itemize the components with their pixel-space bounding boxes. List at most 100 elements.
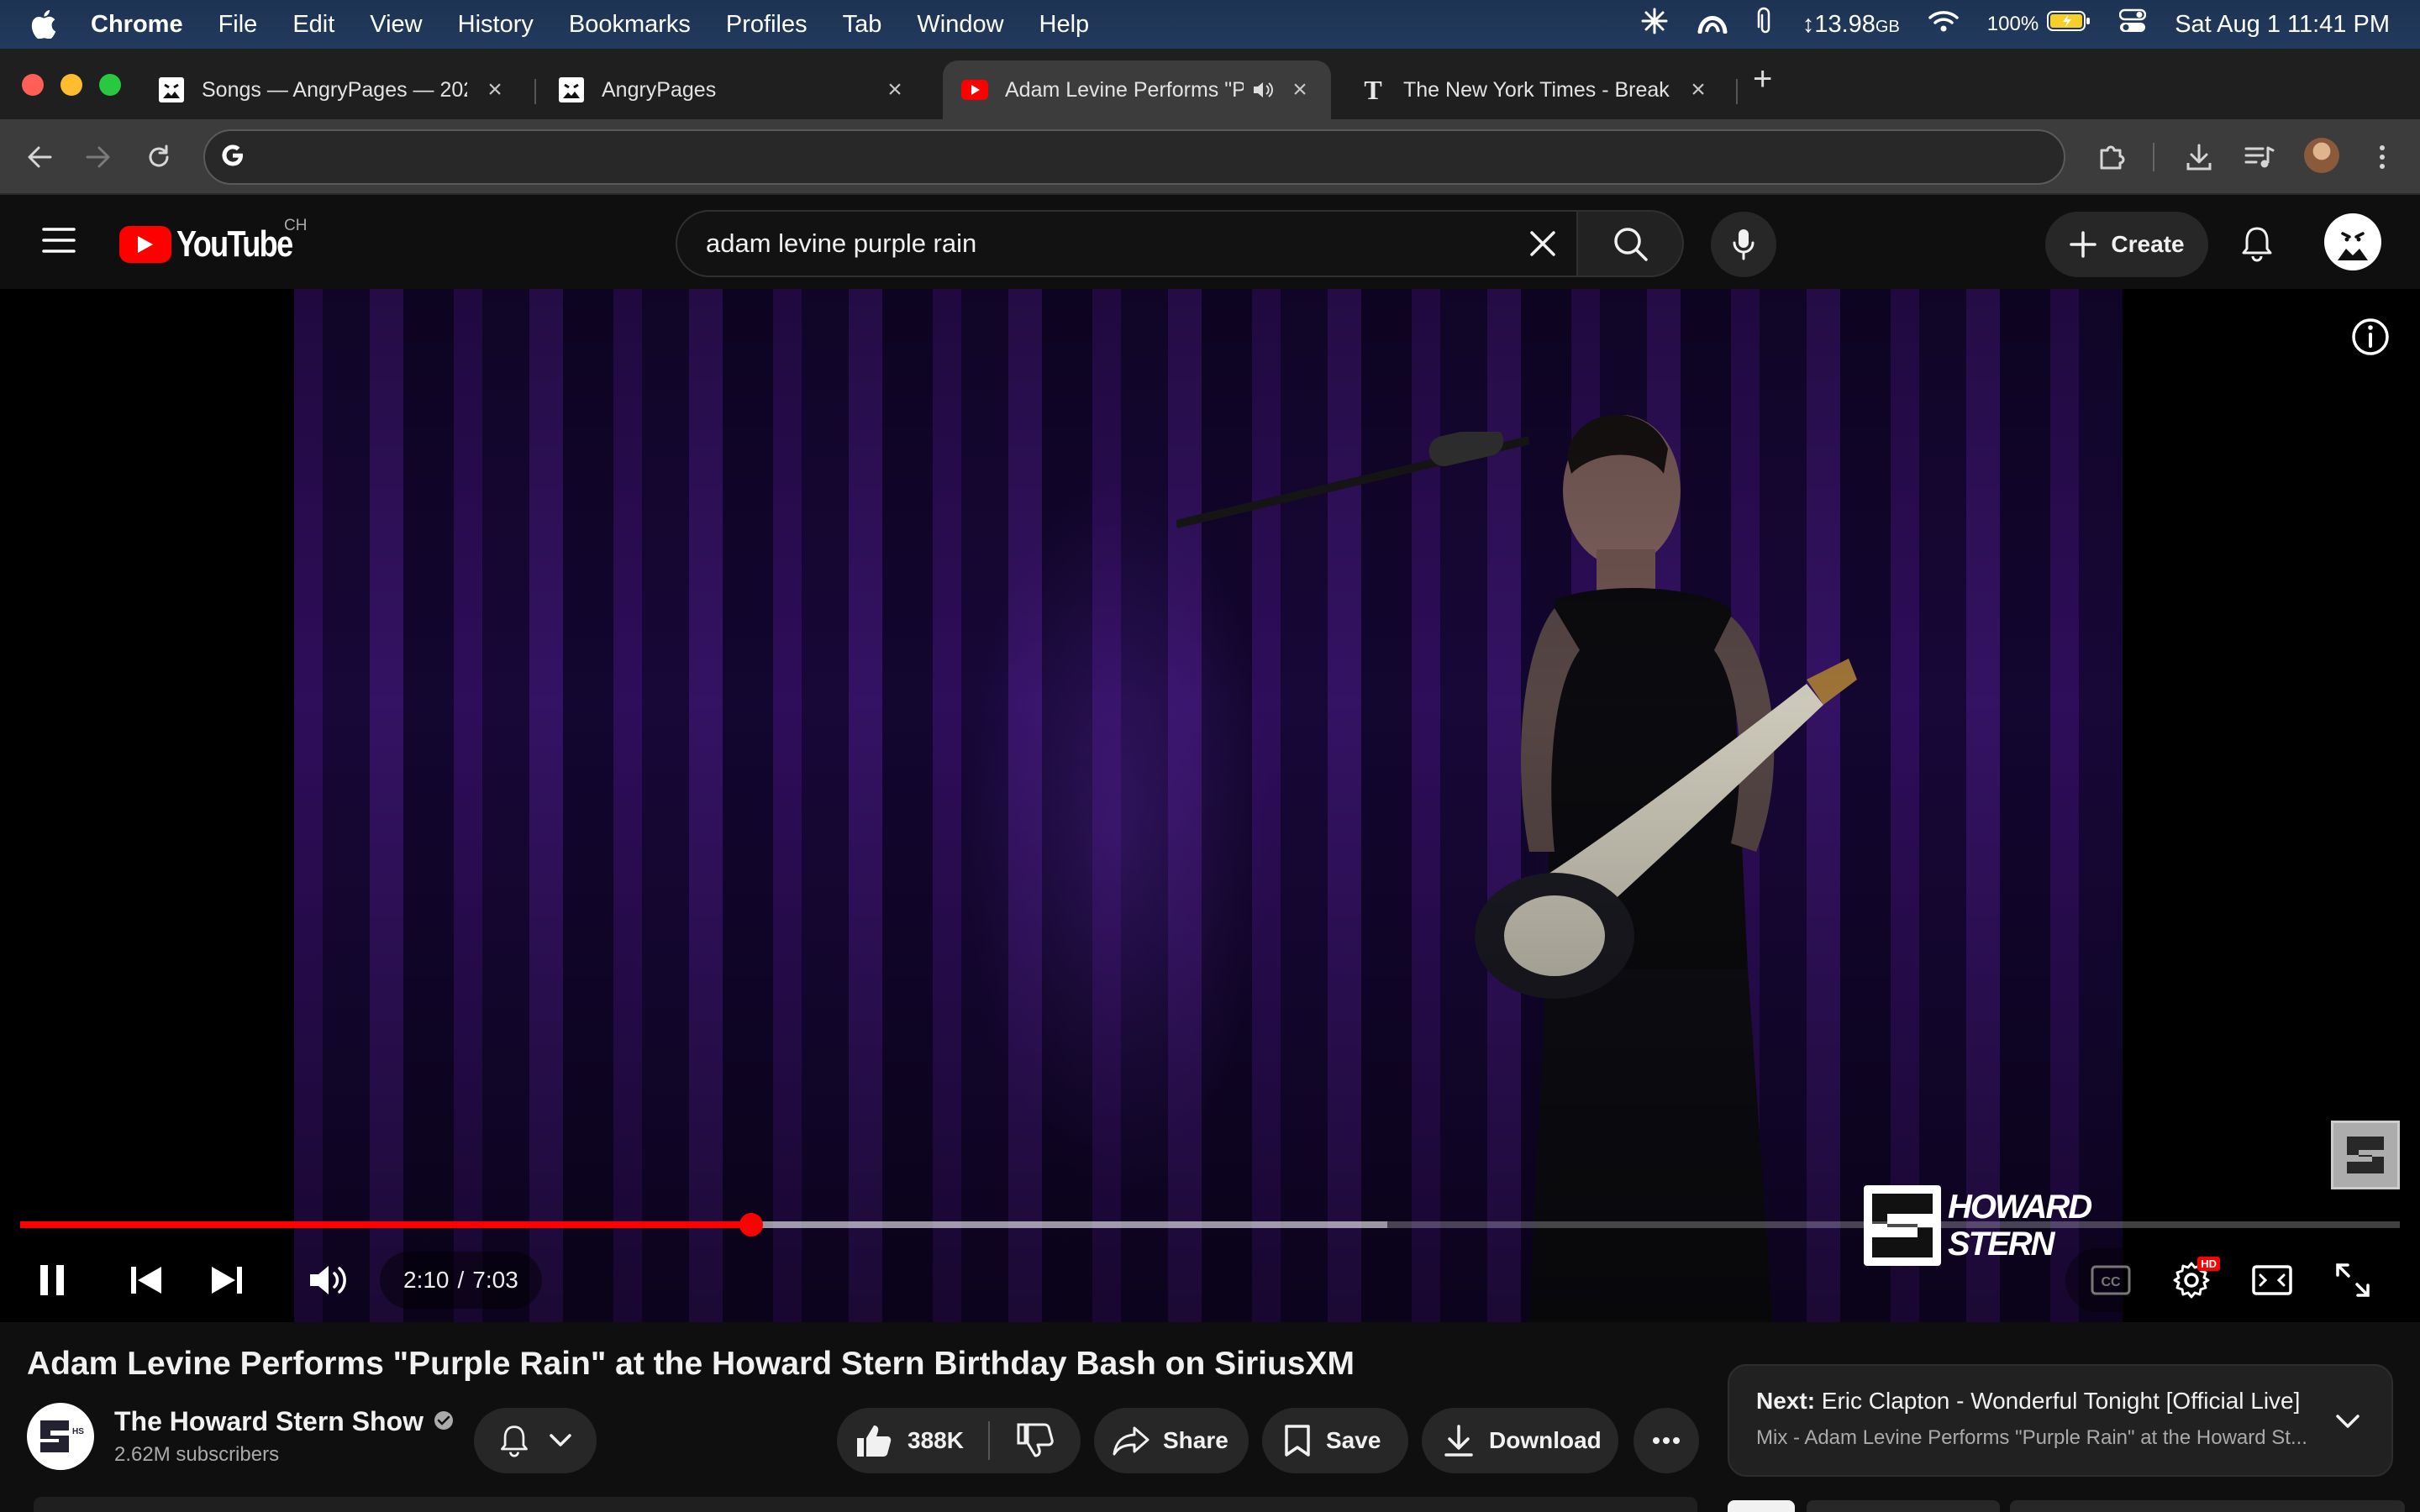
svg-text:T: T	[1364, 76, 1381, 103]
howard-stern-channel-logo-icon: HS	[40, 1420, 84, 1452]
chrome-tab-strip: Songs — AngryPages — 2024 × AngryPages ×…	[0, 49, 2420, 119]
arc-app-icon[interactable]	[1697, 8, 1728, 40]
battery-status[interactable]: 100%	[1987, 10, 2091, 39]
channel-name[interactable]: The Howard Stern Show	[114, 1406, 454, 1437]
share-label: Share	[1163, 1427, 1228, 1453]
menu-profiles[interactable]: Profiles	[708, 11, 825, 39]
youtube-country-code: CH	[284, 217, 308, 234]
subscription-notifications-button[interactable]	[474, 1408, 597, 1473]
save-button[interactable]: Save	[1262, 1408, 1408, 1473]
thumbs-up-icon	[857, 1425, 892, 1457]
google-g-icon	[220, 143, 245, 172]
captions-button[interactable]: CC	[2086, 1255, 2136, 1305]
tab-angrypages[interactable]: AngryPages ×	[539, 60, 926, 119]
cc-label: CC	[2101, 1275, 2121, 1289]
back-arrow-icon[interactable]	[20, 138, 59, 176]
menu-tab[interactable]: Tab	[825, 11, 900, 39]
up-next-video-title: Eric Clapton - Wonderful Tonight [Offici…	[1821, 1388, 2301, 1414]
new-tab-button[interactable]: +	[1753, 60, 1772, 98]
tab-youtube-active[interactable]: Adam Levine Performs "Purple Rain" at th…	[943, 60, 1331, 119]
player-controls: 2:10 / 7:03 CC HD	[0, 1247, 2420, 1314]
search-input[interactable]	[706, 228, 1509, 259]
share-button[interactable]: Share	[1094, 1408, 1249, 1473]
volume-speaker-icon	[310, 1266, 346, 1294]
settings-button[interactable]: HD	[2166, 1255, 2220, 1305]
media-controls-icon[interactable]	[2240, 138, 2279, 176]
address-bar[interactable]	[203, 129, 2065, 185]
channel-avatar[interactable]: HS	[27, 1403, 94, 1470]
video-player[interactable]: HOWARD STERN 2:10 / 7:03 CC HD	[0, 289, 2420, 1322]
search-clear-icon[interactable]	[1509, 212, 1576, 276]
menu-window[interactable]: Window	[899, 11, 1021, 39]
menu-edit[interactable]: Edit	[275, 11, 352, 39]
control-center-icon[interactable]	[2118, 8, 2147, 40]
youtube-masthead: YouTube CH Create	[0, 195, 2420, 289]
tab-audio-speaker-icon[interactable]	[1252, 80, 1274, 100]
menu-view[interactable]: View	[352, 11, 439, 39]
share-arrow-icon	[1113, 1426, 1150, 1456]
menubar-clock[interactable]: Sat Aug 1 11:41 PM	[2175, 11, 2390, 39]
channel-branding-watermark-icon[interactable]	[2331, 1121, 2400, 1189]
chevron-down-icon[interactable]	[2329, 1403, 2366, 1440]
battery-percent: 100%	[1986, 13, 2039, 35]
search-button[interactable]	[1578, 210, 1684, 277]
create-button[interactable]: Create	[2045, 212, 2208, 277]
chrome-profile-avatar[interactable]	[2304, 138, 2339, 173]
fullscreen-expand-icon	[2336, 1263, 2370, 1297]
sparkle-icon[interactable]	[1641, 8, 1668, 41]
memory-unit: GB	[1875, 17, 1900, 36]
subscriber-count: 2.62M subscribers	[114, 1443, 280, 1466]
menu-app-name[interactable]: Chrome	[87, 11, 201, 39]
like-count: 388K	[908, 1427, 964, 1453]
window-close-button[interactable]	[22, 74, 44, 96]
more-actions-button[interactable]	[1634, 1408, 1699, 1473]
memory-readout[interactable]: ↕13.98GB	[1802, 11, 1900, 39]
tab-close-icon[interactable]: ×	[882, 76, 908, 104]
fullscreen-button[interactable]	[2328, 1255, 2378, 1305]
channel-name-text: The Howard Stern Show	[114, 1406, 424, 1436]
tab-close-icon[interactable]: ×	[1287, 76, 1313, 104]
previous-button[interactable]	[121, 1255, 171, 1305]
apple-menu-icon[interactable]	[0, 10, 87, 39]
chevron-down-icon	[550, 1434, 571, 1446]
account-avatar-icon[interactable]	[2324, 213, 2381, 270]
window-minimize-button[interactable]	[60, 74, 82, 96]
downloads-icon[interactable]	[2180, 138, 2218, 176]
menu-file[interactable]: File	[201, 11, 276, 39]
menu-bookmarks[interactable]: Bookmarks	[551, 11, 708, 39]
download-button[interactable]: Download	[1422, 1408, 1618, 1473]
up-next-card[interactable]: Next: Eric Clapton - Wonderful Tonight […	[1728, 1364, 2393, 1477]
menu-history[interactable]: History	[440, 11, 551, 39]
theater-mode-button[interactable]	[2247, 1255, 2297, 1305]
pause-button[interactable]	[27, 1255, 77, 1305]
microphone-stand	[1176, 432, 1529, 528]
dislike-button[interactable]	[990, 1423, 1081, 1458]
notifications-bell-icon[interactable]	[2233, 220, 2281, 267]
paperclip-icon[interactable]	[1757, 7, 1774, 42]
window-zoom-button[interactable]	[99, 74, 121, 96]
time-current: 2:10	[403, 1267, 450, 1293]
video-info-icon[interactable]	[2349, 316, 2391, 358]
voice-search-button[interactable]	[1711, 212, 1776, 277]
bookmark-icon	[1285, 1425, 1310, 1457]
next-button[interactable]	[202, 1255, 252, 1305]
like-dislike-group: 388K	[837, 1408, 1081, 1473]
volume-button[interactable]	[304, 1255, 355, 1305]
skip-next-icon	[212, 1267, 242, 1294]
tab-close-icon[interactable]: ×	[1686, 76, 1711, 104]
reload-icon[interactable]	[139, 138, 178, 176]
hamburger-menu-icon[interactable]	[42, 227, 76, 258]
tab-close-icon[interactable]: ×	[482, 76, 508, 104]
tab-songs-angrypages[interactable]: Songs — AngryPages — 2024 ×	[139, 60, 526, 119]
extensions-puzzle-icon[interactable]	[2092, 138, 2131, 176]
tab-new-york-times[interactable]: T The New York Times - Breaking News ×	[1341, 60, 1729, 119]
microphone-icon	[1733, 229, 1754, 260]
chrome-menu-kebab-icon[interactable]	[2363, 138, 2402, 176]
forward-arrow-icon[interactable]	[79, 138, 118, 176]
watermark-line1: HOWARD	[1948, 1189, 2092, 1226]
like-button[interactable]: 388K	[837, 1423, 988, 1458]
video-details: Adam Levine Performs "Purple Rain" at th…	[0, 1322, 2420, 1512]
menu-help[interactable]: Help	[1022, 11, 1107, 39]
wifi-icon[interactable]	[1928, 9, 1959, 39]
video-progress-bar[interactable]	[20, 1213, 2400, 1236]
